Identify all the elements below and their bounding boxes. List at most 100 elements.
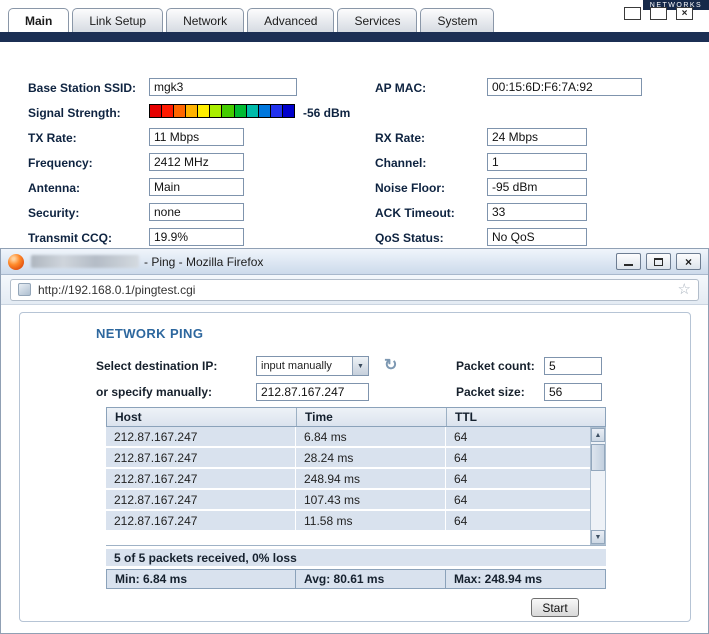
maximize-icon <box>654 257 663 266</box>
firefox-icon <box>8 253 24 270</box>
cell-time: 107.43 ms <box>296 490 446 509</box>
signal-strength-bar <box>149 104 295 118</box>
ack-timeout-label: ACK Timeout: <box>375 206 455 220</box>
close-icon[interactable]: × <box>676 7 693 20</box>
stat-avg: Avg: 80.61 ms <box>296 570 446 588</box>
minimize-icon <box>624 264 633 266</box>
table-row: 212.87.167.247 107.43 ms 64 <box>106 490 590 509</box>
tab-services[interactable]: Services <box>337 8 418 32</box>
location-bar-row: http://192.168.0.1/pingtest.cgi ☆ <box>1 275 708 305</box>
table-row: 212.87.167.247 28.24 ms 64 <box>106 448 590 467</box>
manual-ip-input[interactable] <box>256 383 369 401</box>
security-input[interactable] <box>149 203 244 221</box>
cell-time: 11.58 ms <box>296 511 446 530</box>
window-controls: × <box>616 253 701 270</box>
restore-icon[interactable] <box>650 7 667 20</box>
cell-host: 212.87.167.247 <box>106 469 296 488</box>
signal-strength-value: -56 dBm <box>303 106 351 120</box>
site-icon <box>18 283 31 296</box>
window-title: - Ping - Mozilla Firefox <box>24 255 263 269</box>
cell-host: 212.87.167.247 <box>106 490 296 509</box>
table-row: 212.87.167.247 11.58 ms 64 <box>106 511 590 530</box>
redacted-title-segment <box>31 255 139 268</box>
stat-min: Min: 6.84 ms <box>107 570 296 588</box>
cell-time: 248.94 ms <box>296 469 446 488</box>
specify-manually-label: or specify manually: <box>96 385 213 399</box>
noise-floor-input[interactable] <box>487 178 587 196</box>
rx-rate-input[interactable] <box>487 128 587 146</box>
cell-host: 212.87.167.247 <box>106 448 296 467</box>
maximize-button[interactable] <box>646 253 671 270</box>
scrollbar-thumb[interactable] <box>591 444 605 471</box>
window-title-text: - Ping - Mozilla Firefox <box>144 254 264 269</box>
ack-timeout-input[interactable] <box>487 203 587 221</box>
antenna-label: Antenna: <box>28 181 80 195</box>
refresh-icon[interactable]: ↻ <box>384 355 397 375</box>
tab-bar: Main Link Setup Network Advanced Service… <box>8 8 495 32</box>
minimize-button[interactable] <box>616 253 641 270</box>
scroll-down-icon[interactable]: ▼ <box>591 530 605 544</box>
table-bottom-divider <box>106 545 606 546</box>
minimize-icon[interactable] <box>624 7 641 20</box>
start-button[interactable]: Start <box>531 598 579 617</box>
table-header-row: Host Time TTL <box>106 407 606 427</box>
firefox-window: - Ping - Mozilla Firefox × http://192.16… <box>0 248 709 634</box>
ap-mac-input[interactable] <box>487 78 642 96</box>
packet-count-input[interactable] <box>544 357 602 375</box>
stat-max: Max: 248.94 ms <box>446 570 605 588</box>
qos-status-input[interactable] <box>487 228 587 246</box>
url-text[interactable]: http://192.168.0.1/pingtest.cgi <box>38 283 195 297</box>
tx-rate-input[interactable] <box>149 128 244 146</box>
cell-ttl: 64 <box>446 448 590 467</box>
channel-input[interactable] <box>487 153 587 171</box>
page-title: NETWORK PING <box>96 326 204 341</box>
tab-advanced[interactable]: Advanced <box>247 8 335 32</box>
destination-ip-select[interactable]: input manually ▼ <box>256 356 369 376</box>
ping-panel: NETWORK PING Select destination IP: inpu… <box>19 312 691 622</box>
frequency-input[interactable] <box>149 153 244 171</box>
outer-window-controls: × <box>624 7 693 20</box>
column-header-host: Host <box>107 408 297 426</box>
cell-ttl: 64 <box>446 469 590 488</box>
table-body: 212.87.167.247 6.84 ms 64 212.87.167.247… <box>106 427 606 545</box>
close-icon: × <box>684 254 692 269</box>
packet-count-label: Packet count: <box>456 359 535 373</box>
channel-label: Channel: <box>375 156 427 170</box>
ping-stats-row: Min: 6.84 ms Avg: 80.61 ms Max: 248.94 m… <box>106 569 606 589</box>
tab-link-setup[interactable]: Link Setup <box>72 8 164 32</box>
table-scrollbar[interactable]: ▲ ▼ <box>590 427 606 545</box>
destination-ip-selected-value: input manually <box>261 360 332 372</box>
destination-ip-label: Select destination IP: <box>96 359 218 373</box>
security-label: Security: <box>28 206 80 220</box>
ssid-label: Base Station SSID: <box>28 81 137 95</box>
cell-time: 28.24 ms <box>296 448 446 467</box>
nav-band <box>0 32 709 42</box>
packets-summary: 5 of 5 packets received, 0% loss <box>106 549 606 566</box>
ap-mac-label: AP MAC: <box>375 81 427 95</box>
close-button[interactable]: × <box>676 253 701 270</box>
packet-size-input[interactable] <box>544 383 602 401</box>
titlebar[interactable]: - Ping - Mozilla Firefox × <box>1 249 708 275</box>
chevron-down-icon: ▼ <box>352 357 368 375</box>
antenna-input[interactable] <box>149 178 244 196</box>
bookmark-star-icon[interactable]: ☆ <box>678 282 691 297</box>
cell-ttl: 64 <box>446 427 590 446</box>
tab-system[interactable]: System <box>420 8 495 32</box>
cell-host: 212.87.167.247 <box>106 427 296 446</box>
column-header-ttl: TTL <box>455 410 477 424</box>
transmit-ccq-input[interactable] <box>149 228 244 246</box>
signal-strength-label: Signal Strength: <box>28 106 121 120</box>
page-content: NETWORK PING Select destination IP: inpu… <box>1 305 708 633</box>
scroll-up-icon[interactable]: ▲ <box>591 428 605 442</box>
frequency-label: Frequency: <box>28 156 93 170</box>
tab-main[interactable]: Main <box>8 8 70 32</box>
qos-status-label: QoS Status: <box>375 231 444 245</box>
table-row: 212.87.167.247 248.94 ms 64 <box>106 469 590 488</box>
ping-results-table: Host Time TTL 212.87.167.247 6.84 ms 64 … <box>106 407 606 545</box>
location-bar[interactable]: http://192.168.0.1/pingtest.cgi ☆ <box>10 278 699 301</box>
tab-network[interactable]: Network <box>166 8 245 32</box>
rx-rate-label: RX Rate: <box>375 131 426 145</box>
transmit-ccq-label: Transmit CCQ: <box>28 231 113 245</box>
packet-size-label: Packet size: <box>456 385 525 399</box>
ssid-input[interactable] <box>149 78 297 96</box>
